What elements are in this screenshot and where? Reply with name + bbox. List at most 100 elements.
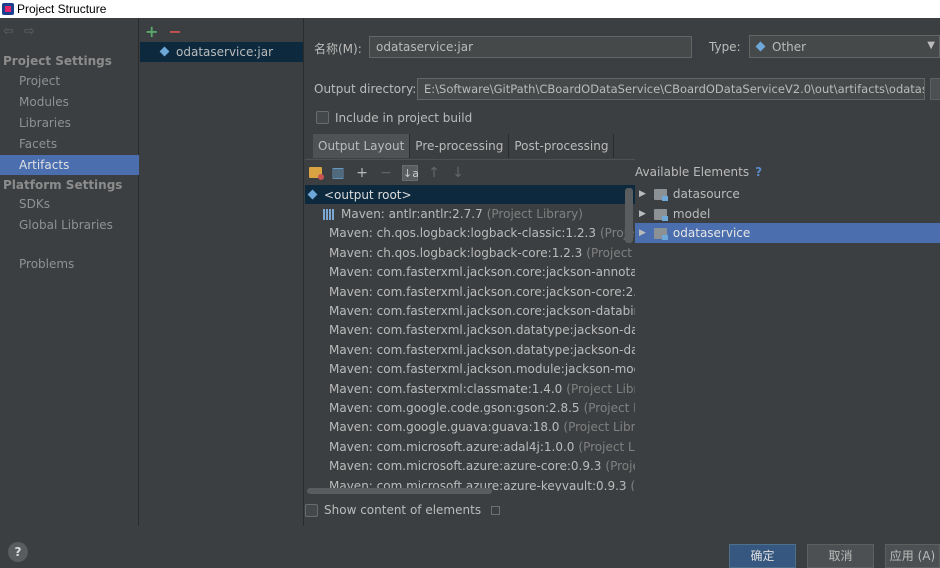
- remove-element-button[interactable]: −: [378, 165, 394, 181]
- type-select[interactable]: Other ▼: [749, 35, 940, 58]
- name-field[interactable]: odataservice:jar: [369, 36, 692, 58]
- library-name: Maven: com.fasterxml.jackson.datatype:ja…: [329, 342, 635, 357]
- include-in-build-checkbox[interactable]: [316, 111, 329, 124]
- back-arrow-icon[interactable]: ⇦: [3, 24, 14, 39]
- tab-pre-processing[interactable]: Pre-processing: [410, 134, 510, 158]
- output-layout-tree: <output root> Maven: antlr:antlr:2.7.7 (P…: [305, 185, 635, 491]
- library-type: (Project Library): [566, 381, 635, 396]
- title-bar: Project Structure: [0, 0, 940, 18]
- sidebar-item-libraries[interactable]: Libraries: [0, 113, 139, 133]
- library-name: Maven: ch.qos.logback:logback-core:1.2.3: [329, 245, 583, 260]
- sidebar-item-sdks[interactable]: SDKs: [0, 194, 139, 214]
- move-up-icon[interactable]: ↑: [426, 165, 442, 181]
- library-row[interactable]: Maven: com.fasterxml.jackson.datatype:ja…: [305, 321, 635, 340]
- artifacts-toolbar: + −: [145, 22, 182, 41]
- expand-arrow-icon[interactable]: ▶: [639, 189, 646, 199]
- library-row[interactable]: Maven: com.microsoft.azure:adal4j:1.0.0(…: [305, 437, 635, 456]
- sidebar-item-artifacts[interactable]: Artifacts: [0, 155, 139, 175]
- library-icon: [323, 208, 335, 220]
- tab-output-layout[interactable]: Output Layout: [313, 134, 411, 158]
- sidebar-item-modules[interactable]: Modules: [0, 92, 139, 112]
- library-row[interactable]: Maven: ch.qos.logback:logback-classic:1.…: [305, 224, 635, 243]
- available-elements-title: Available Elements: [635, 165, 750, 179]
- new-directory-icon[interactable]: [309, 167, 324, 180]
- available-item-model[interactable]: ▶ model: [635, 204, 940, 224]
- apply-button[interactable]: 应用 (A): [885, 544, 940, 568]
- library-row[interactable]: Maven: com.fasterxml.jackson.core:jackso…: [305, 282, 635, 301]
- library-type: (Project Library: [578, 439, 635, 454]
- library-row[interactable]: Maven: ch.qos.logback:logback-core:1.2.3…: [305, 243, 635, 262]
- tree-vertical-scrollbar[interactable]: [625, 188, 633, 243]
- sort-icon[interactable]: ↓a: [402, 164, 419, 181]
- output-root-label: <output root>: [324, 187, 412, 202]
- expand-arrow-icon[interactable]: ▶: [639, 228, 646, 238]
- artifact-item[interactable]: odataservice:jar: [140, 42, 303, 62]
- library-row[interactable]: Maven: com.fasterxml.jackson.module:jack…: [305, 360, 635, 379]
- move-down-icon[interactable]: ↓: [450, 165, 466, 181]
- library-name: Maven: com.fasterxml.jackson.datatype:ja…: [329, 323, 635, 338]
- create-archive-icon[interactable]: ▥: [330, 165, 346, 181]
- library-name: Maven: antlr:antlr:2.7.7: [341, 207, 483, 222]
- add-artifact-button[interactable]: +: [145, 22, 158, 41]
- library-type: (Project Libra: [586, 245, 635, 260]
- library-name: Maven: com.google.code.gson:gson:2.8.5: [329, 401, 580, 416]
- tab-post-processing[interactable]: Post-processing: [509, 134, 615, 158]
- sidebar-item-problems[interactable]: Problems: [0, 254, 139, 274]
- library-name: Maven: com.microsoft.azure:azure-core:0.…: [329, 459, 602, 474]
- library-row[interactable]: Maven: antlr:antlr:2.7.7 (Project Library…: [305, 204, 635, 223]
- show-content-checkbox[interactable]: [305, 503, 318, 517]
- sidebar-item-facets[interactable]: Facets: [0, 134, 139, 154]
- output-directory-field[interactable]: E:\Software\GitPath\CBoardODataService\C…: [417, 78, 925, 100]
- browse-folder-button[interactable]: [930, 78, 940, 100]
- expand-arrow-icon[interactable]: ▶: [639, 209, 646, 219]
- tree-horizontal-scrollbar[interactable]: [307, 488, 492, 494]
- chevron-down-icon: ▼: [927, 40, 935, 51]
- library-name: Maven: com.fasterxml.jackson.core:jackso…: [329, 304, 635, 319]
- library-type: (Project Library): [486, 207, 583, 222]
- show-content-options-icon[interactable]: [491, 505, 501, 515]
- library-row[interactable]: Maven: com.microsoft.azure:azure-core:0.…: [305, 457, 635, 476]
- remove-artifact-button[interactable]: −: [168, 22, 181, 41]
- artifact-editor: 名称(M): odataservice:jar Type: Other ▼ Ou…: [305, 18, 940, 526]
- type-diamond-icon: [756, 42, 766, 52]
- library-name: Maven: com.microsoft.azure:adal4j:1.0.0: [329, 439, 575, 454]
- output-root-row[interactable]: <output root>: [305, 185, 635, 205]
- show-content-label: Show content of elements: [324, 503, 482, 517]
- type-select-value: Other: [772, 39, 807, 54]
- library-row[interactable]: Maven: com.google.code.gson:gson:2.8.5 (P…: [305, 398, 635, 417]
- library-name: Maven: com.fasterxml.jackson.core:jackso…: [329, 284, 635, 299]
- library-name: Maven: ch.qos.logback:logback-classic:1.…: [329, 226, 596, 241]
- artifact-item-label: odataservice:jar: [176, 45, 274, 59]
- available-help-icon[interactable]: ?: [755, 165, 762, 179]
- type-label: Type:: [709, 40, 741, 54]
- artifacts-list-panel: + − odataservice:jar: [139, 18, 304, 526]
- sidebar-item-project[interactable]: Project: [0, 71, 139, 91]
- section-project-settings: Project Settings: [3, 54, 112, 68]
- add-element-button[interactable]: +: [354, 165, 370, 181]
- intellij-app-icon: [2, 3, 14, 15]
- library-row[interactable]: Maven: com.fasterxml:classmate:1.4.0 (Pro…: [305, 379, 635, 398]
- library-type: (Project Li: [605, 459, 635, 474]
- library-row[interactable]: Maven: com.fasterxml.jackson.core:jackso…: [305, 263, 635, 282]
- output-root-icon: [308, 190, 318, 200]
- library-row[interactable]: Maven: com.google.guava:guava:18.0 (Proje…: [305, 418, 635, 437]
- sidebar-item-global-libraries[interactable]: Global Libraries: [0, 215, 139, 235]
- name-label: 名称(M):: [314, 42, 362, 56]
- library-name: Maven: com.google.guava:guava:18.0: [329, 420, 560, 435]
- cancel-button[interactable]: 取消: [807, 544, 874, 568]
- nav-arrows: ⇦ ⇨: [3, 24, 35, 39]
- library-row[interactable]: Maven: com.fasterxml.jackson.core:jackso…: [305, 301, 635, 320]
- forward-arrow-icon[interactable]: ⇨: [24, 24, 35, 39]
- section-platform-settings: Platform Settings: [3, 178, 123, 192]
- help-button[interactable]: ?: [8, 542, 28, 562]
- library-name: Maven: com.fasterxml.jackson.module:jack…: [329, 362, 635, 377]
- library-name: Maven: com.fasterxml.jackson.core:jackso…: [329, 265, 635, 280]
- available-item-odataservice[interactable]: ▶ odataservice: [635, 223, 940, 243]
- layout-tabs: Output Layout Pre-processing Post-proces…: [313, 134, 615, 158]
- available-item-label: model: [672, 207, 711, 221]
- ok-button[interactable]: 确定: [729, 544, 796, 568]
- library-row[interactable]: Maven: com.fasterxml.jackson.datatype:ja…: [305, 340, 635, 359]
- available-item-datasource[interactable]: ▶ datasource: [635, 184, 940, 204]
- library-type: (Project Library): [563, 420, 635, 435]
- library-type: (Project Librar: [583, 401, 635, 416]
